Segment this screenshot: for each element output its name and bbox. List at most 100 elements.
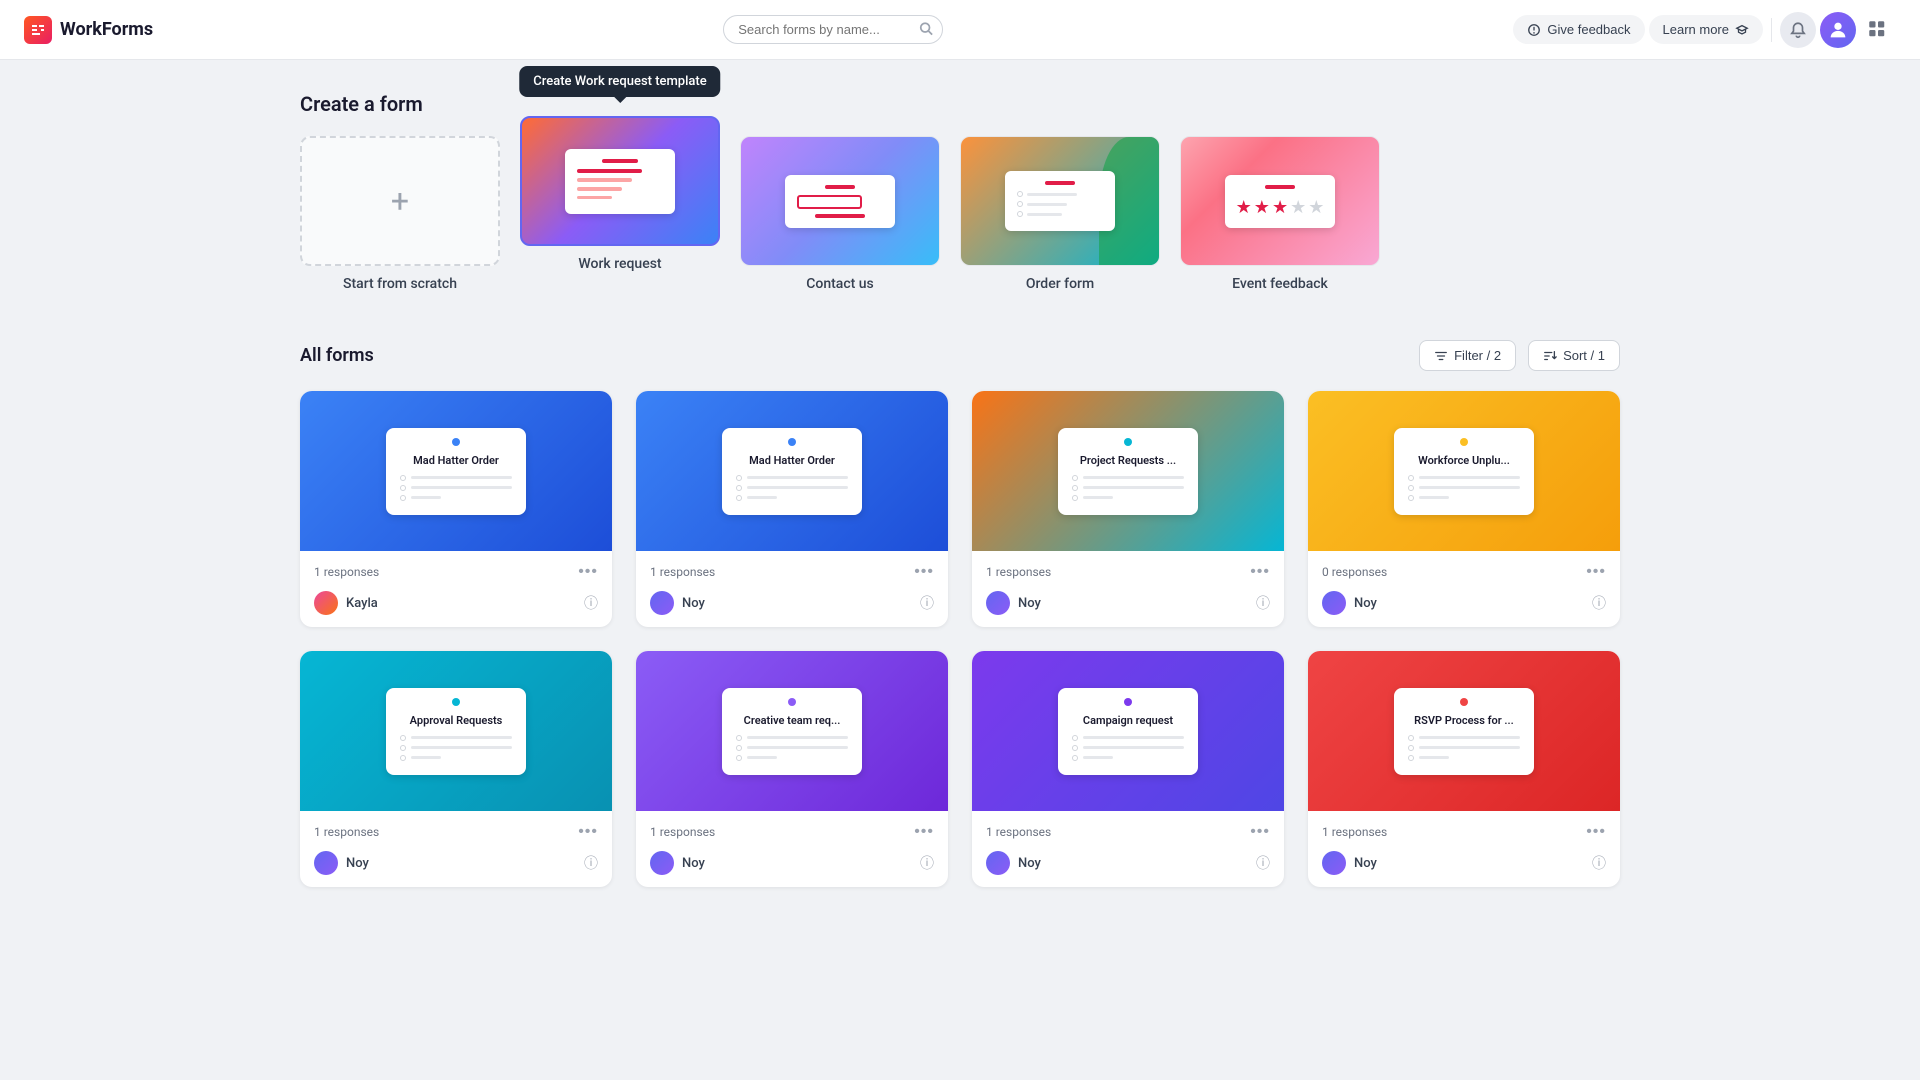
radio-dot xyxy=(400,495,406,501)
card-dot xyxy=(1460,438,1468,446)
card-dot xyxy=(452,698,460,706)
author-avatar xyxy=(1322,591,1346,615)
work-request-tooltip: Create Work request template xyxy=(519,66,720,97)
author-avatar xyxy=(650,591,674,615)
info-icon[interactable]: ⓘ xyxy=(920,593,934,613)
radio-dot xyxy=(1408,735,1414,741)
order-form-thumb xyxy=(960,136,1160,266)
author-name: Noy xyxy=(346,856,576,871)
form-card-card8[interactable]: RSVP Process for ... xyxy=(1308,651,1620,887)
template-scratch[interactable]: + Start from scratch xyxy=(300,136,500,292)
form-card-card2[interactable]: Mad Hatter Order xyxy=(636,391,948,627)
form-card-meta: 1 responses ••• xyxy=(1322,823,1606,841)
info-icon[interactable]: ⓘ xyxy=(584,853,598,873)
card-form-inner: Campaign request xyxy=(1058,688,1198,775)
card-dot xyxy=(1124,438,1132,446)
main-content: Create a form + Start from scratch Creat… xyxy=(260,60,1660,919)
radio-dot xyxy=(400,475,406,481)
card-dot xyxy=(1124,698,1132,706)
form-card-card7[interactable]: Campaign request xyxy=(972,651,1284,887)
more-options-button[interactable]: ••• xyxy=(578,563,598,581)
responses-count: 1 responses xyxy=(1322,825,1387,839)
all-forms-actions: Filter / 2 Sort / 1 xyxy=(1419,340,1620,371)
form-card-thumb: Mad Hatter Order xyxy=(636,391,948,551)
card-row-2 xyxy=(1408,745,1520,751)
all-forms-section: All forms Filter / 2 Sort / 1 xyxy=(300,340,1620,887)
card-form-inner: Approval Requests xyxy=(386,688,526,775)
form-card-footer: 1 responses ••• Noy ⓘ xyxy=(1308,811,1620,887)
radio-line xyxy=(1083,746,1184,749)
template-work-request[interactable]: Create Work request template Work reques… xyxy=(520,116,720,272)
info-icon[interactable]: ⓘ xyxy=(1256,593,1270,613)
card-row-3 xyxy=(736,495,848,501)
header-divider xyxy=(1771,18,1772,42)
template-contact-us[interactable]: Contact us xyxy=(740,136,940,292)
header: WorkForms Give feedback Learn more xyxy=(0,0,1920,60)
radio-dot xyxy=(1072,475,1078,481)
more-options-button[interactable]: ••• xyxy=(1250,823,1270,841)
card-row-2 xyxy=(400,485,512,491)
template-order-form[interactable]: Order form xyxy=(960,136,1160,292)
forms-grid: Mad Hatter Order xyxy=(300,391,1620,887)
order-form-label: Order form xyxy=(1026,276,1094,292)
card-row-1 xyxy=(736,475,848,481)
more-options-button[interactable]: ••• xyxy=(578,823,598,841)
responses-count: 1 responses xyxy=(986,565,1051,579)
filter-button[interactable]: Filter / 2 xyxy=(1419,340,1516,371)
user-avatar[interactable] xyxy=(1820,12,1856,48)
responses-count: 1 responses xyxy=(314,565,379,579)
work-request-thumb xyxy=(520,116,720,246)
form-card-footer: 1 responses ••• Noy ⓘ xyxy=(636,551,948,627)
radio-line-short xyxy=(411,756,441,759)
radio-line-short xyxy=(1083,756,1113,759)
card-row-2 xyxy=(1408,485,1520,491)
radio-dot xyxy=(1072,735,1078,741)
form-card-footer: 0 responses ••• Noy ⓘ xyxy=(1308,551,1620,627)
apps-grid-button[interactable] xyxy=(1860,12,1896,48)
info-icon[interactable]: ⓘ xyxy=(1592,853,1606,873)
give-feedback-button[interactable]: Give feedback xyxy=(1513,15,1644,44)
form-card-card5[interactable]: Approval Requests xyxy=(300,651,612,887)
more-options-button[interactable]: ••• xyxy=(1586,563,1606,581)
info-icon[interactable]: ⓘ xyxy=(920,853,934,873)
form-card-card1[interactable]: Mad Hatter Order xyxy=(300,391,612,627)
contact-us-thumb xyxy=(740,136,940,266)
more-options-button[interactable]: ••• xyxy=(914,823,934,841)
template-event-feedback[interactable]: ★ ★ ★ ★ ★ Event feedback xyxy=(1180,136,1380,292)
more-options-button[interactable]: ••• xyxy=(1250,563,1270,581)
more-options-button[interactable]: ••• xyxy=(1586,823,1606,841)
card-form-inner: Project Requests ... xyxy=(1058,428,1198,515)
radio-dot xyxy=(736,475,742,481)
radio-line xyxy=(411,476,512,479)
sort-button[interactable]: Sort / 1 xyxy=(1528,340,1620,371)
info-icon[interactable]: ⓘ xyxy=(1592,593,1606,613)
search-input[interactable] xyxy=(723,15,943,44)
responses-count: 1 responses xyxy=(986,825,1051,839)
author-avatar xyxy=(986,851,1010,875)
form-card-card6[interactable]: Creative team req... xyxy=(636,651,948,887)
event-feedback-label: Event feedback xyxy=(1232,276,1328,292)
notifications-button[interactable] xyxy=(1780,12,1816,48)
form-card-card4[interactable]: Workforce Unplu... xyxy=(1308,391,1620,627)
form-card-footer: 1 responses ••• Noy ⓘ xyxy=(636,811,948,887)
radio-dot xyxy=(400,745,406,751)
card-row-3 xyxy=(1408,495,1520,501)
radio-line xyxy=(1083,476,1184,479)
radio-dot xyxy=(1408,475,1414,481)
info-icon[interactable]: ⓘ xyxy=(1256,853,1270,873)
card-form-inner: Workforce Unplu... xyxy=(1394,428,1534,515)
work-request-preview xyxy=(565,149,675,214)
header-search[interactable] xyxy=(723,15,943,44)
form-card-card3[interactable]: Project Requests ... xyxy=(972,391,1284,627)
author-name: Noy xyxy=(1018,596,1248,611)
header-actions: Give feedback Learn more xyxy=(1513,12,1896,48)
card-title: Creative team req... xyxy=(736,714,848,727)
author-name: Noy xyxy=(1018,856,1248,871)
more-options-button[interactable]: ••• xyxy=(914,563,934,581)
card-form-inner: Mad Hatter Order xyxy=(386,428,526,515)
form-card-author: Noy ⓘ xyxy=(986,851,1270,875)
info-icon[interactable]: ⓘ xyxy=(584,593,598,613)
feedback-icon xyxy=(1527,23,1541,37)
learn-more-button[interactable]: Learn more xyxy=(1649,15,1763,44)
radio-line xyxy=(747,736,848,739)
